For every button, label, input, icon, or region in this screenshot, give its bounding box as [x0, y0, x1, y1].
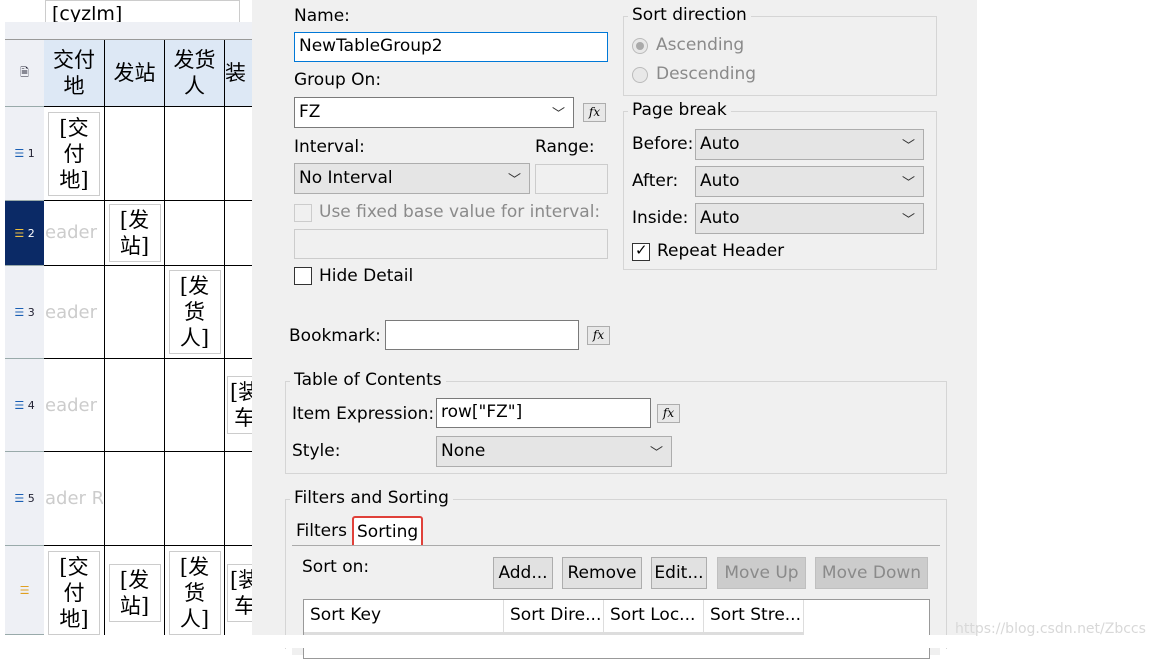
filters-sorting-group: Filters and Sorting Filters Sorting Sort…	[285, 488, 947, 659]
watermark: https://blog.csdn.net/Zbccs	[955, 621, 1146, 637]
filters-sorting-title: Filters and Sorting	[290, 488, 453, 508]
column-header-sort-key[interactable]: Sort Key	[304, 600, 504, 632]
sort-on-label: Sort on:	[302, 557, 370, 577]
column-header-sort-direction[interactable]: Sort Dire...	[504, 600, 604, 632]
empty-cell[interactable]	[105, 359, 165, 452]
header-cell[interactable]: 交付地	[44, 40, 105, 107]
bookmark-label: Bookmark:	[289, 326, 381, 346]
empty-cell[interactable]	[105, 452, 165, 546]
table-header-handle[interactable]: 🗎	[5, 40, 44, 107]
after-select[interactable]: Auto ﹀	[695, 166, 924, 197]
before-label: Before:	[632, 134, 694, 154]
checkmark-icon: ✓	[635, 241, 648, 259]
name-label: Name:	[294, 6, 350, 26]
group-on-select[interactable]: FZ ﹀	[294, 97, 574, 128]
sort-direction-group: Sort direction Ascending Descending	[623, 5, 937, 96]
name-input[interactable]: NewTableGroup2	[294, 32, 608, 62]
footer-cell[interactable]: [交付地]	[44, 546, 105, 635]
remove-button[interactable]: Remove	[562, 557, 642, 589]
item-expression-label: Item Expression:	[292, 404, 435, 424]
chevron-down-icon: ﹀	[551, 107, 565, 122]
style-label: Style:	[292, 441, 341, 461]
fx-expression-button[interactable]: fx	[583, 103, 606, 122]
column-header-sort-locale[interactable]: Sort Loc...	[604, 600, 704, 632]
sort-direction-title: Sort direction	[628, 5, 751, 25]
bookmark-input[interactable]	[385, 320, 579, 350]
inside-select[interactable]: Auto ﹀	[695, 203, 924, 234]
footer-cell[interactable]: [发站]	[105, 546, 165, 635]
empty-cell[interactable]	[225, 107, 252, 201]
item-expression-input[interactable]: row["FZ"]	[436, 398, 651, 428]
footer-row-handle[interactable]: ☰	[5, 546, 44, 635]
after-label: After:	[632, 171, 679, 191]
repeat-header-label: Repeat Header	[657, 241, 785, 261]
interval-select[interactable]: No Interval ﹀	[294, 163, 530, 194]
footer-cell[interactable]: [发货人]	[165, 546, 225, 635]
fixed-base-label: Use fixed base value for interval:	[319, 202, 601, 222]
descending-radio[interactable]	[632, 67, 648, 83]
toc-group: Table of Contents Item Expression: row["…	[285, 370, 947, 474]
add-button[interactable]: Add...	[493, 557, 553, 589]
move-up-button[interactable]: Move Up	[717, 557, 806, 589]
fx-expression-button[interactable]: fx	[587, 326, 610, 345]
group-cell[interactable]: [发站]	[105, 201, 165, 266]
ascending-label: Ascending	[656, 35, 745, 55]
empty-cell[interactable]	[225, 201, 252, 266]
descending-label: Descending	[656, 64, 757, 84]
fixed-base-checkbox[interactable]	[294, 204, 312, 222]
empty-cell[interactable]	[225, 266, 252, 359]
sort-keys-table: Sort Key Sort Dire... Sort Loc... Sort S…	[303, 599, 930, 659]
column-ruler	[5, 22, 252, 40]
group-row-handle[interactable]: ☰ 1	[5, 107, 44, 201]
chevron-down-icon: ﹀	[507, 173, 521, 188]
group-properties-dialog: Name: NewTableGroup2 Group On: FZ ﹀ fx In…	[252, 0, 977, 659]
group-row-handle[interactable]: ☰ 4	[5, 359, 44, 452]
group-row-handle-selected[interactable]: ☰ 2	[5, 201, 44, 266]
footer-cell[interactable]: [装车	[225, 546, 252, 635]
column-header-sort-strength[interactable]: Sort Stre...	[704, 600, 804, 632]
toc-title: Table of Contents	[290, 370, 446, 390]
empty-cell[interactable]	[225, 452, 252, 546]
group-cell[interactable]: [发货人]	[165, 266, 225, 359]
group-row-handle[interactable]: ☰ 3	[5, 266, 44, 359]
page-break-group: Page break Before: Auto ﹀ After: Auto ﹀ In…	[623, 100, 937, 270]
header-cell[interactable]: 装	[225, 40, 252, 107]
move-down-button[interactable]: Move Down	[815, 557, 928, 589]
before-select[interactable]: Auto ﹀	[695, 129, 924, 160]
header-cell[interactable]: 发站	[105, 40, 165, 107]
interval-label: Interval:	[294, 137, 365, 157]
repeat-header-checkbox[interactable]: ✓	[632, 241, 650, 261]
empty-cell[interactable]	[165, 107, 225, 201]
tab-filters[interactable]: Filters	[296, 521, 347, 541]
report-layout-editor: [cyzlm] 🗎 交付地 发站 发货人 装 ☰ 1 ☰ 2 ☰ 3 ☰ 4 ☰…	[0, 0, 252, 635]
empty-cell[interactable]	[105, 266, 165, 359]
hide-detail-label: Hide Detail	[319, 266, 414, 286]
empty-cell[interactable]	[165, 359, 225, 452]
inside-label: Inside:	[632, 208, 689, 228]
hide-detail-checkbox[interactable]	[294, 267, 312, 285]
group-cell[interactable]: [交付地]	[44, 107, 105, 201]
ascending-radio[interactable]	[632, 38, 648, 54]
empty-cell[interactable]	[165, 201, 225, 266]
page-break-title: Page break	[628, 100, 731, 120]
group-row-handle[interactable]: ☰ 5	[5, 452, 44, 546]
group-cell[interactable]: [装车	[225, 359, 252, 452]
fixed-base-input[interactable]	[294, 229, 608, 259]
header-cell[interactable]: 发货人	[165, 40, 225, 107]
data-field[interactable]: [cyzlm]	[45, 0, 240, 23]
empty-cell[interactable]	[165, 452, 225, 546]
page-icon: 🗎	[20, 65, 29, 79]
empty-cell[interactable]	[105, 107, 165, 201]
fx-expression-button[interactable]: fx	[657, 404, 680, 423]
edit-button[interactable]: Edit...	[651, 557, 707, 589]
range-input[interactable]	[535, 164, 608, 194]
group-on-label: Group On:	[294, 70, 382, 90]
range-label: Range:	[535, 137, 595, 157]
style-select[interactable]: None ﹀	[436, 436, 672, 467]
